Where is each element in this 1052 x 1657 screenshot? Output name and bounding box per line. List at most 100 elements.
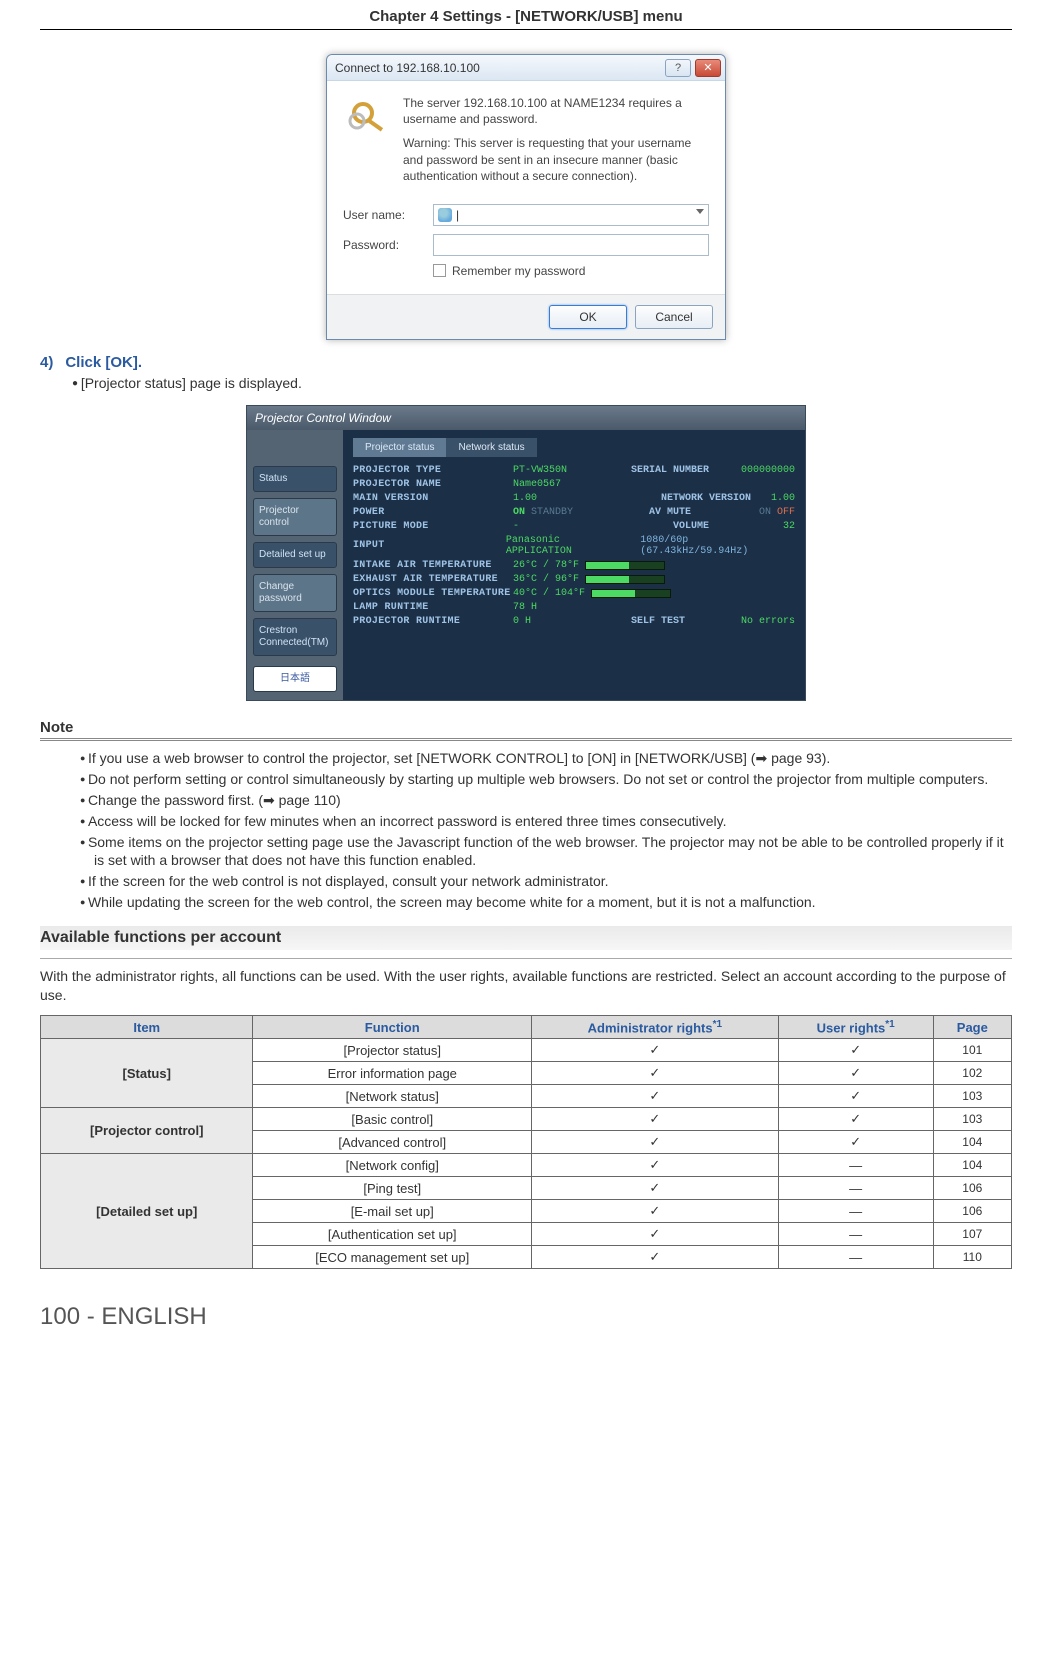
chapter-header: Chapter 4 Settings - [NETWORK/USB] menu (40, 0, 1012, 30)
pcw-status-row: PROJECTOR RUNTIME0 HSELF TESTNo errors (353, 616, 795, 627)
pcw-status-row: POWERONSTANDBYAV MUTEONOFF (353, 507, 795, 518)
chevron-down-icon[interactable] (696, 209, 704, 214)
table-user-cell: ✓ (778, 1131, 933, 1154)
remember-checkbox[interactable] (433, 264, 446, 277)
dialog-titlebar: Connect to 192.168.10.100 ? ✕ (327, 55, 725, 81)
table-user-cell: ✓ (778, 1062, 933, 1085)
note-item: If the screen for the web control is not… (80, 872, 1012, 891)
pcw-status-row: OPTICS MODULE TEMPERATURE40°C / 104°F (353, 588, 795, 599)
username-label: User name: (343, 208, 433, 222)
table-function-cell: [E-mail set up] (253, 1200, 532, 1223)
table-function-cell: [Projector status] (253, 1039, 532, 1062)
table-admin-cell: ✓ (531, 1062, 778, 1085)
ok-button[interactable]: OK (549, 305, 627, 329)
table-function-cell: [Authentication set up] (253, 1223, 532, 1246)
pcw-status-row: LAMP RUNTIME78 H (353, 602, 795, 613)
close-icon[interactable]: ✕ (695, 59, 721, 77)
step-line: 4)Click [OK]. (40, 354, 1012, 371)
note-item: If you use a web browser to control the … (80, 749, 1012, 768)
rights-table: Item Function Administrator rights*1 Use… (40, 1015, 1012, 1269)
cancel-button[interactable]: Cancel (635, 305, 713, 329)
sidebar-item-japanese[interactable]: 日本語 (253, 666, 337, 692)
table-admin-cell: ✓ (531, 1177, 778, 1200)
note-item: Some items on the projector setting page… (80, 833, 1012, 871)
table-admin-cell: ✓ (531, 1085, 778, 1108)
pcw-status-row: MAIN VERSION1.00NETWORK VERSION1.00 (353, 493, 795, 504)
table-page-cell: 106 (933, 1177, 1011, 1200)
auth-dialog: Connect to 192.168.10.100 ? ✕ The server… (326, 54, 726, 340)
table-admin-cell: ✓ (531, 1246, 778, 1269)
th-user: User rights*1 (778, 1015, 933, 1038)
table-row: [Detailed set up][Network config]✓―104 (41, 1154, 1012, 1177)
sidebar-item-change-password[interactable]: Change password (253, 574, 337, 612)
table-page-cell: 110 (933, 1246, 1011, 1269)
note-item: While updating the screen for the web co… (80, 893, 1012, 912)
pcw-sidebar: Status Projector control Detailed set up… (247, 430, 343, 700)
password-label: Password: (343, 238, 433, 252)
table-user-cell: ― (778, 1154, 933, 1177)
notes-list: If you use a web browser to control the … (40, 749, 1012, 912)
table-item-cell: [Projector control] (41, 1108, 253, 1154)
pcw-status-row: EXHAUST AIR TEMPERATURE36°C / 96°F (353, 574, 795, 585)
keys-icon (343, 95, 391, 143)
table-admin-cell: ✓ (531, 1200, 778, 1223)
th-function: Function (253, 1015, 532, 1038)
table-item-cell: [Detailed set up] (41, 1154, 253, 1269)
note-header: Note (40, 719, 1012, 741)
table-function-cell: [Basic control] (253, 1108, 532, 1131)
dialog-msg-1: The server 192.168.10.100 at NAME1234 re… (403, 95, 709, 127)
sidebar-item-detailed-setup[interactable]: Detailed set up (253, 542, 337, 568)
table-function-cell: [Network config] (253, 1154, 532, 1177)
available-functions-header: Available functions per account (40, 926, 1012, 950)
table-item-cell: [Status] (41, 1039, 253, 1108)
table-function-cell: [Advanced control] (253, 1131, 532, 1154)
sidebar-item-crestron[interactable]: Crestron Connected(TM) (253, 618, 337, 656)
note-item: Do not perform setting or control simult… (80, 770, 1012, 789)
table-function-cell: [Network status] (253, 1085, 532, 1108)
user-icon (438, 208, 452, 222)
table-page-cell: 103 (933, 1085, 1011, 1108)
sidebar-item-projector-control[interactable]: Projector control (253, 498, 337, 536)
help-icon[interactable]: ? (665, 59, 691, 77)
th-item: Item (41, 1015, 253, 1038)
table-admin-cell: ✓ (531, 1154, 778, 1177)
table-admin-cell: ✓ (531, 1039, 778, 1062)
note-item: Change the password first. (➡ page 110) (80, 791, 1012, 810)
table-user-cell: ✓ (778, 1085, 933, 1108)
table-user-cell: ― (778, 1223, 933, 1246)
table-row: [Status][Projector status]✓✓101 (41, 1039, 1012, 1062)
table-user-cell: ✓ (778, 1108, 933, 1131)
table-user-cell: ― (778, 1177, 933, 1200)
th-page: Page (933, 1015, 1011, 1038)
th-admin: Administrator rights*1 (531, 1015, 778, 1038)
pcw-main: Projector status Network status PROJECTO… (343, 430, 805, 700)
table-admin-cell: ✓ (531, 1131, 778, 1154)
table-page-cell: 102 (933, 1062, 1011, 1085)
table-page-cell: 104 (933, 1131, 1011, 1154)
pcw-status-row: PICTURE MODE-VOLUME32 (353, 521, 795, 532)
table-page-cell: 104 (933, 1154, 1011, 1177)
table-user-cell: ✓ (778, 1039, 933, 1062)
remember-label: Remember my password (452, 264, 585, 278)
pcw-status-row: PROJECTOR NAMEName0567 (353, 479, 795, 490)
table-function-cell: [ECO management set up] (253, 1246, 532, 1269)
pcw-title: Projector Control Window (247, 406, 805, 430)
tab-projector-status[interactable]: Projector status (353, 438, 446, 457)
sidebar-item-status[interactable]: Status (253, 466, 337, 492)
table-page-cell: 106 (933, 1200, 1011, 1223)
step-number: 4) (40, 354, 53, 371)
tab-network-status[interactable]: Network status (446, 438, 536, 457)
table-admin-cell: ✓ (531, 1223, 778, 1246)
pcw-status-row: PROJECTOR TYPEPT-VW350NSERIAL NUMBER0000… (353, 465, 795, 476)
table-page-cell: 101 (933, 1039, 1011, 1062)
available-functions-intro: With the administrator rights, all funct… (40, 967, 1012, 1005)
table-function-cell: [Ping test] (253, 1177, 532, 1200)
table-page-cell: 103 (933, 1108, 1011, 1131)
table-admin-cell: ✓ (531, 1108, 778, 1131)
pcw-status-row: INPUTPanasonic APPLICATION1080/60p (67.4… (353, 535, 795, 557)
table-user-cell: ― (778, 1246, 933, 1269)
password-input[interactable] (433, 234, 709, 256)
username-input[interactable]: | (433, 204, 709, 226)
note-item: Access will be locked for few minutes wh… (80, 812, 1012, 831)
dialog-messages: The server 192.168.10.100 at NAME1234 re… (403, 95, 709, 192)
